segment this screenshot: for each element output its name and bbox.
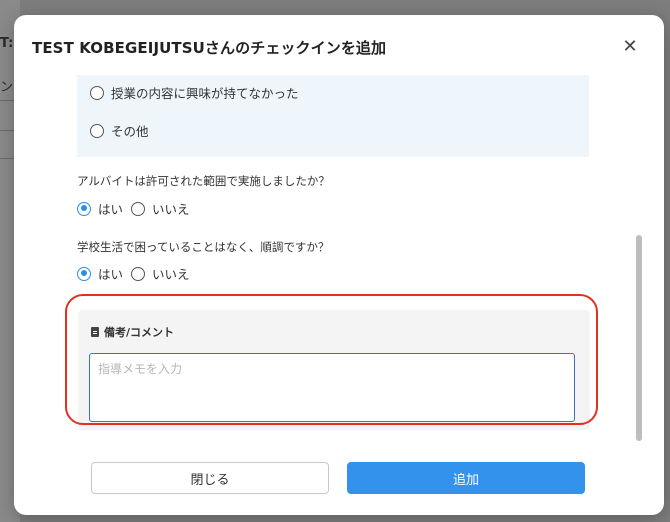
scrollbar[interactable] (636, 75, 642, 447)
radio-option[interactable]: その他 (90, 121, 149, 140)
option-list: 授業の内容に興味が持てなかった その他 (77, 75, 589, 157)
background-text-fragment: T: (0, 36, 14, 51)
radio-group-arbeit: はい いいえ (77, 199, 198, 218)
radio-button[interactable] (90, 85, 104, 100)
scrollbar-thumb[interactable] (636, 235, 642, 441)
comment-textarea[interactable] (89, 353, 575, 422)
checkin-modal: TEST KOBEGEIJUTSUさんのチェックインを追加 ✕ 授業の内容に興味… (14, 15, 664, 515)
comment-label: 備考/コメント (104, 326, 175, 339)
question-label: 学校生活で困っていることはなく、順調ですか？ (77, 240, 330, 254)
radio-option-no[interactable]: いいえ (131, 199, 190, 218)
radio-option-yes[interactable]: はい (77, 199, 123, 218)
comment-section: 備考/コメント (78, 310, 590, 430)
background-divider (0, 130, 14, 131)
radio-option-yes[interactable]: はい (77, 264, 123, 283)
radio-label: 授業の内容に興味が持てなかった (111, 86, 299, 101)
radio-label: いいえ (152, 202, 190, 217)
radio-button[interactable] (131, 266, 146, 281)
radio-option[interactable]: 授業の内容に興味が持てなかった (90, 83, 299, 102)
radio-button[interactable] (77, 201, 91, 216)
add-button[interactable]: 追加 (347, 462, 585, 494)
radio-group-school: はい いいえ (77, 264, 198, 283)
radio-label: はい (98, 202, 124, 217)
radio-label: はい (98, 267, 124, 282)
close-icon[interactable]: ✕ (620, 37, 640, 57)
modal-body: 授業の内容に興味が持てなかった その他 アルバイトは許可された範囲で実施しました… (14, 75, 664, 455)
close-button[interactable]: 閉じる (91, 462, 329, 494)
background-text-fragment: ン (0, 80, 14, 95)
document-icon (91, 327, 99, 337)
radio-button[interactable] (77, 266, 91, 281)
background-divider (0, 100, 14, 101)
question-label: アルバイトは許可された範囲で実施しましたか？ (77, 174, 330, 188)
radio-button[interactable] (131, 201, 146, 216)
radio-option-no[interactable]: いいえ (131, 264, 190, 283)
background-divider (0, 158, 14, 159)
radio-label: いいえ (152, 267, 190, 282)
modal-title: TEST KOBEGEIJUTSUさんのチェックインを追加 (32, 39, 387, 57)
comment-heading: 備考/コメント (91, 324, 174, 340)
radio-label: その他 (111, 124, 149, 139)
radio-button[interactable] (90, 123, 104, 138)
